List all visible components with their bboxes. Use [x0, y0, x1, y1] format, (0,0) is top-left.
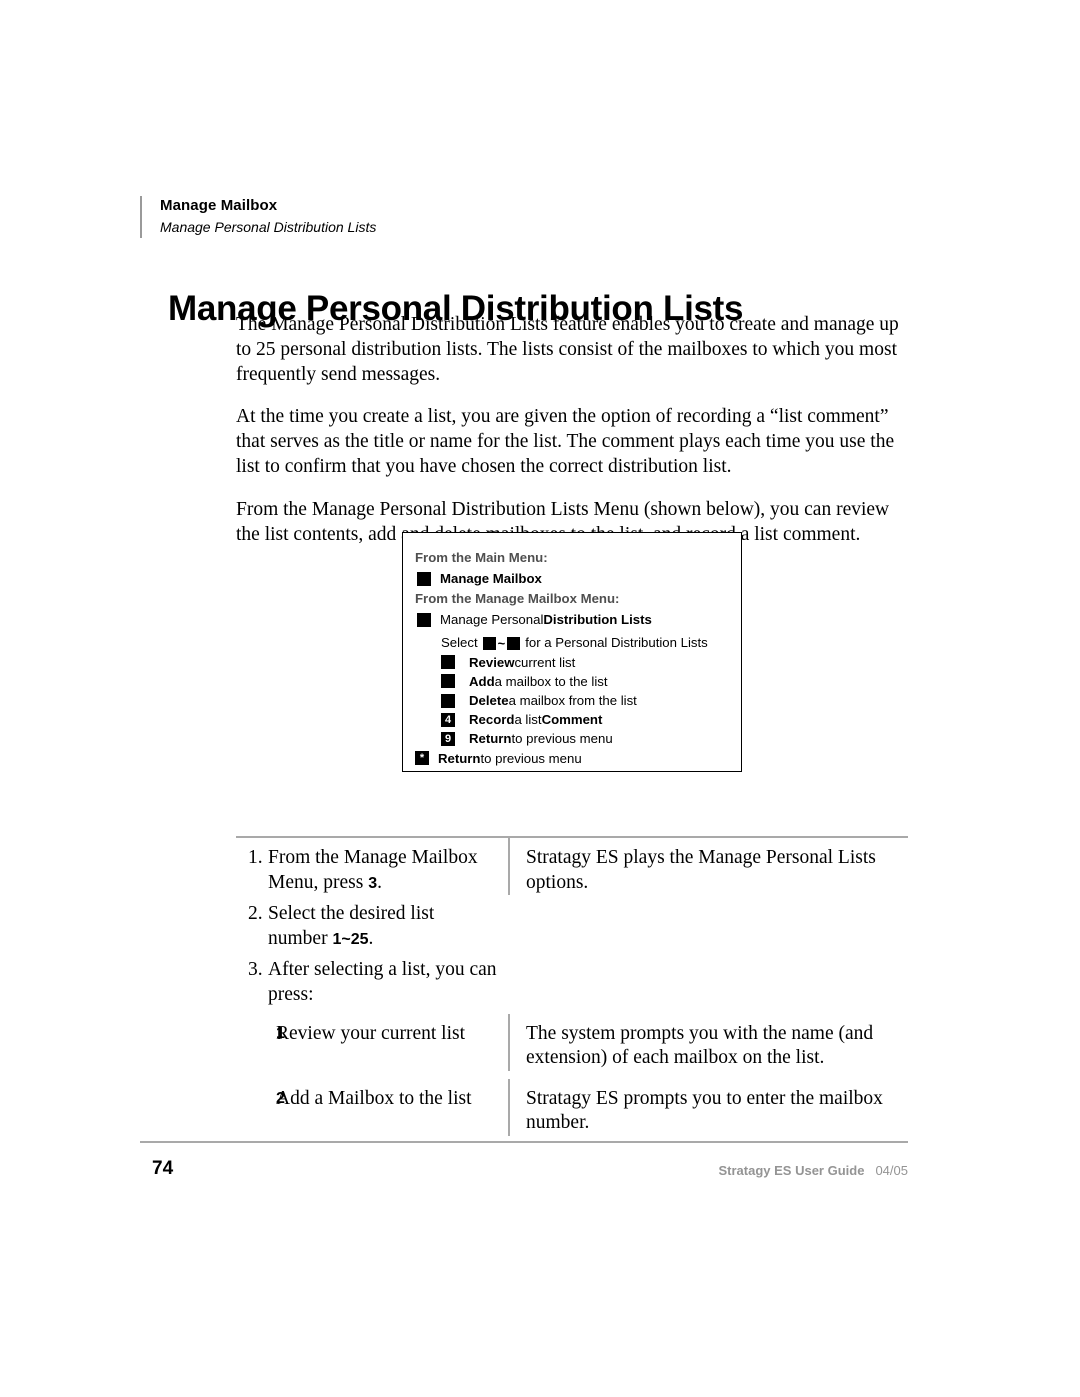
response-text: The system prompts you with the name (an…: [526, 1022, 874, 1069]
menu-option-review-bold: Review: [469, 654, 515, 670]
menu-option-delete-bold: Delete: [469, 693, 509, 709]
table-cell-substep: 2 Add a Mailbox to the list: [236, 1079, 508, 1112]
menu-option-return-star-rest: to previous menu: [480, 750, 582, 766]
footer-date: 04/05: [875, 1163, 908, 1178]
menu-option-record-bold: Record: [469, 712, 515, 728]
paragraph-2: At the time you create a list, you are g…: [236, 406, 895, 477]
menu-option-return-9-bold: Return: [469, 731, 512, 747]
footer-divider: [140, 1141, 908, 1143]
response-text: Stratagy ES prompts you to enter the mai…: [526, 1087, 883, 1134]
body-content: The Manage Personal Distribution Lists f…: [236, 313, 908, 565]
table-cell-response: Stratagy ES plays the Manage Personal Li…: [508, 838, 908, 896]
menu-option-add-rest: a mailbox to the list: [494, 673, 608, 689]
table-cell-substep: 1 Review your current list: [236, 1014, 508, 1047]
menu-select-key-range: ~: [478, 635, 521, 651]
menu-heading-mailbox: From the Manage Mailbox Menu:: [415, 588, 731, 609]
paragraph-1: The Manage Personal Distribution Lists f…: [236, 314, 899, 385]
key-badge-icon: [441, 693, 455, 708]
key-badge-icon: [507, 636, 521, 650]
menu-select-range-row: Select ~ for a Personal Distribution Lis…: [415, 633, 731, 652]
step-body: Select the desired list number 1~25.: [268, 902, 498, 952]
list-item: 2. Select the desired list number 1~25.: [236, 902, 498, 952]
step-key: 1~25: [332, 930, 369, 948]
menu-diagram-box: From the Main Menu: Manage Mailbox From …: [402, 532, 742, 772]
menu-option-add-bold: Add: [469, 673, 495, 689]
footer-guide-title: Stratagy ES User Guide: [718, 1163, 865, 1178]
step-key: 3: [368, 874, 378, 892]
key-badge-icon: [417, 571, 431, 586]
running-header: Manage Mailbox Manage Personal Distribut…: [140, 196, 640, 238]
menu-option-review: Review current list: [415, 653, 731, 672]
key-badge-icon: [482, 636, 496, 650]
menu-option-return-star-bold: Return: [438, 750, 481, 766]
response-text: Stratagy ES plays the Manage Personal Li…: [526, 847, 876, 893]
table-row: 1 Review your current list The system pr…: [236, 1013, 908, 1071]
step-body: After selecting a list, you can press:: [268, 959, 497, 1005]
menu-option-record-bold2: Comment: [541, 712, 603, 728]
menu-select-suffix: for a Personal Distribution Lists: [525, 635, 708, 651]
list-item: 1 Review your current list: [236, 1022, 498, 1047]
substep-key: 1: [276, 1024, 285, 1042]
list-item: 1. From the Manage Mailbox Menu, press 3…: [236, 846, 498, 896]
menu-option-delete: Delete a mailbox from the list: [415, 691, 731, 710]
table-cell-response: Stratagy ES prompts you to enter the mai…: [508, 1078, 908, 1136]
step-tail: .: [368, 927, 374, 949]
key-badge-icon: [441, 674, 455, 689]
range-tilde: ~: [497, 635, 506, 651]
key-badge-star-icon: *: [415, 751, 429, 766]
step-body: From the Manage Mailbox Menu, press 3.: [268, 846, 498, 896]
list-item: 3. After selecting a list, you can press…: [236, 958, 498, 1007]
footer-meta: Stratagy ES User Guide 04/05: [719, 1163, 909, 1178]
substep-text: Add a Mailbox to the list: [276, 1087, 472, 1109]
menu-option-record: 4 Record a list Comment: [415, 710, 731, 729]
procedure-table: 1. From the Manage Mailbox Menu, press 3…: [236, 836, 908, 1136]
menu-heading-main: From the Main Menu:: [415, 547, 731, 568]
menu-heading-main-label: From the Main Menu:: [415, 550, 548, 565]
step-number: 3.: [248, 959, 263, 981]
menu-item-manage-mailbox: Manage Mailbox: [415, 569, 731, 588]
menu-option-return-9: 9 Return to previous menu: [415, 729, 731, 748]
key-badge-9-icon: 9: [441, 732, 455, 747]
menu-option-review-rest: current list: [514, 654, 576, 670]
menu-item-distribution-lists-label: Manage Personal: [440, 612, 544, 628]
key-badge-icon: [417, 612, 431, 627]
table-cell-response: The system prompts you with the name (an…: [508, 1013, 908, 1071]
page-number: 74: [152, 1158, 174, 1179]
menu-select-prefix: Select: [441, 635, 478, 651]
running-header-title: Manage Mailbox: [160, 197, 278, 214]
step-tail: .: [377, 871, 382, 893]
menu-option-record-rest: a list: [514, 712, 542, 728]
menu-option-add: Add a mailbox to the list: [415, 672, 731, 691]
menu-item-distribution-lists-label-bold: Distribution Lists: [543, 612, 652, 628]
key-badge-icon: [441, 655, 455, 670]
key-badge-4-icon: 4: [441, 712, 455, 727]
running-header-subtitle: Manage Personal Distribution Lists: [160, 219, 377, 235]
menu-option-delete-rest: a mailbox from the list: [508, 693, 637, 709]
menu-item-manage-mailbox-label: Manage Mailbox: [440, 571, 542, 586]
table-cell-steps: 1. From the Manage Mailbox Menu, press 3…: [236, 838, 508, 1014]
table-row: 2 Add a Mailbox to the list Stratagy ES …: [236, 1078, 908, 1136]
substep-text: Review your current list: [276, 1022, 465, 1044]
list-item: 2 Add a Mailbox to the list: [236, 1087, 498, 1112]
step-number: 2.: [248, 903, 263, 925]
substep-key: 2: [276, 1089, 285, 1107]
menu-option-return-star: * Return to previous menu: [415, 749, 731, 768]
table-row: 1. From the Manage Mailbox Menu, press 3…: [236, 838, 908, 1014]
menu-heading-mailbox-label: From the Manage Mailbox Menu:: [415, 591, 620, 607]
menu-item-distribution-lists: Manage Personal Distribution Lists: [415, 610, 731, 629]
step-number: 1.: [248, 847, 263, 868]
menu-option-return-9-rest: to previous menu: [511, 731, 613, 747]
